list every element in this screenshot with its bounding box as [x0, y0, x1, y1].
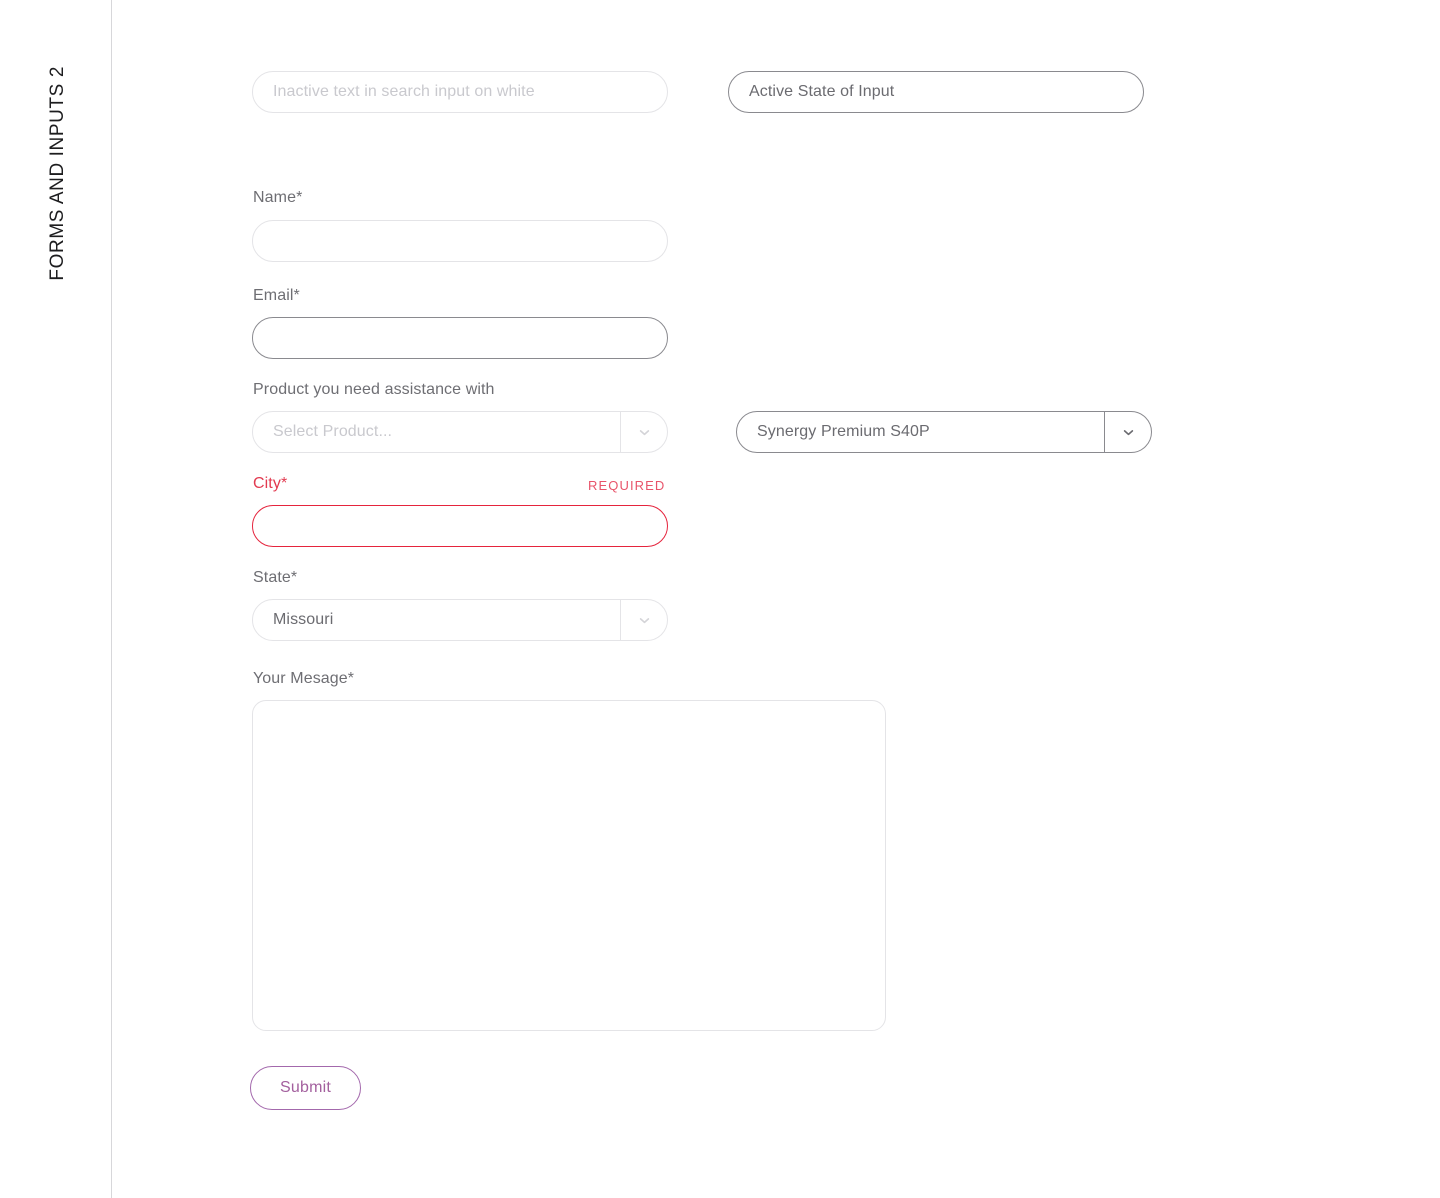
email-label: Email*: [253, 287, 300, 304]
submit-button[interactable]: Submit: [250, 1066, 361, 1110]
city-label: City*: [253, 475, 288, 492]
section-title-vertical: FORMS AND INPUTS 2: [0, 0, 112, 1198]
product-label: Product you need assistance with: [253, 381, 495, 398]
name-label: Name*: [253, 189, 303, 206]
city-required-badge: REQUIRED: [588, 478, 666, 493]
city-input[interactable]: [252, 505, 668, 547]
search-input-active[interactable]: Active State of Input: [728, 71, 1144, 113]
page-title: FORMS AND INPUTS 2: [47, 66, 68, 281]
product-select-active-value: Synergy Premium S40P: [757, 423, 930, 440]
product-select-value: Select Product...: [273, 423, 393, 440]
email-input[interactable]: [252, 317, 668, 359]
message-label: Your Mesage*: [253, 670, 355, 687]
main-content: Inactive text in search input on white A…: [112, 0, 1440, 1198]
state-select[interactable]: Missouri: [252, 599, 668, 641]
chevron-down-icon[interactable]: [620, 412, 667, 452]
chevron-down-icon[interactable]: [620, 600, 667, 640]
state-select-value: Missouri: [273, 611, 334, 628]
left-rail: FORMS AND INPUTS 2: [0, 0, 112, 1198]
submit-button-label: Submit: [280, 1079, 331, 1096]
message-textarea[interactable]: [252, 700, 886, 1031]
chevron-down-icon[interactable]: [1104, 412, 1151, 452]
name-input[interactable]: [252, 220, 668, 262]
product-select[interactable]: Select Product...: [252, 411, 668, 453]
search-input-inactive[interactable]: Inactive text in search input on white: [252, 71, 668, 113]
state-label: State*: [253, 569, 298, 586]
product-select-active[interactable]: Synergy Premium S40P: [736, 411, 1152, 453]
